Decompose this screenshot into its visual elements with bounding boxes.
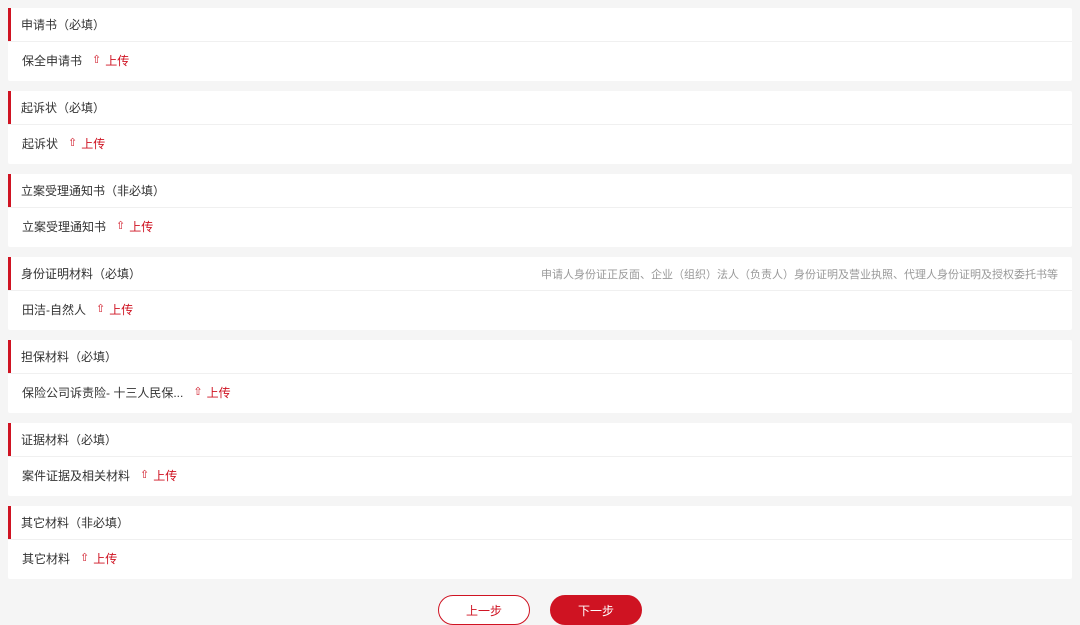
section-application: 申请书（必填） 保全申请书 ⇧ 上传 <box>8 8 1072 81</box>
row-label: 立案受理通知书 <box>22 218 106 235</box>
upload-icon: ⇧ <box>116 219 125 232</box>
row-label: 保全申请书 <box>22 52 82 69</box>
row-label: 起诉状 <box>22 135 58 152</box>
section-title: 申请书（必填） <box>21 16 105 33</box>
upload-label: 上传 <box>153 467 177 484</box>
section-header: 申请书（必填） <box>8 8 1072 41</box>
section-complaint: 起诉状（必填） 起诉状 ⇧ 上传 <box>8 91 1072 164</box>
upload-label: 上传 <box>129 218 153 235</box>
upload-label: 上传 <box>109 301 133 318</box>
section-row: 案件证据及相关材料 ⇧ 上传 <box>8 456 1072 496</box>
section-row: 保全申请书 ⇧ 上传 <box>8 41 1072 81</box>
upload-button[interactable]: ⇧ 上传 <box>116 218 153 235</box>
upload-button[interactable]: ⇧ 上传 <box>80 550 117 567</box>
footer: 上一步 下一步 <box>8 595 1072 625</box>
next-button[interactable]: 下一步 <box>550 595 642 625</box>
upload-icon: ⇧ <box>80 551 89 564</box>
upload-button[interactable]: ⇧ 上传 <box>92 52 129 69</box>
prev-button[interactable]: 上一步 <box>438 595 530 625</box>
upload-icon: ⇧ <box>68 136 77 149</box>
section-header: 起诉状（必填） <box>8 91 1072 124</box>
section-guarantee: 担保材料（必填） 保险公司诉责险- 十三人民保... ⇧ 上传 <box>8 340 1072 413</box>
upload-icon: ⇧ <box>92 53 101 66</box>
section-title: 担保材料（必填） <box>21 348 117 365</box>
section-hint: 申请人身份证正反面、企业（组织）法人（负责人）身份证明及营业执照、代理人身份证明… <box>541 266 1058 282</box>
upload-label: 上传 <box>81 135 105 152</box>
section-other: 其它材料（非必填） 其它材料 ⇧ 上传 <box>8 506 1072 579</box>
upload-label: 上传 <box>105 52 129 69</box>
upload-button[interactable]: ⇧ 上传 <box>193 384 230 401</box>
upload-icon: ⇧ <box>96 302 105 315</box>
section-row: 保险公司诉责险- 十三人民保... ⇧ 上传 <box>8 373 1072 413</box>
upload-button[interactable]: ⇧ 上传 <box>68 135 105 152</box>
section-title: 其它材料（非必填） <box>21 514 129 531</box>
row-label: 田洁-自然人 <box>22 301 86 318</box>
upload-button[interactable]: ⇧ 上传 <box>140 467 177 484</box>
section-row: 立案受理通知书 ⇧ 上传 <box>8 207 1072 247</box>
upload-button[interactable]: ⇧ 上传 <box>96 301 133 318</box>
section-header: 身份证明材料（必填） 申请人身份证正反面、企业（组织）法人（负责人）身份证明及营… <box>8 257 1072 290</box>
upload-label: 上传 <box>207 384 231 401</box>
section-title: 立案受理通知书（非必填） <box>21 182 165 199</box>
section-header: 证据材料（必填） <box>8 423 1072 456</box>
section-identity: 身份证明材料（必填） 申请人身份证正反面、企业（组织）法人（负责人）身份证明及营… <box>8 257 1072 330</box>
row-label: 其它材料 <box>22 550 70 567</box>
section-header: 担保材料（必填） <box>8 340 1072 373</box>
section-acceptance-notice: 立案受理通知书（非必填） 立案受理通知书 ⇧ 上传 <box>8 174 1072 247</box>
section-header: 其它材料（非必填） <box>8 506 1072 539</box>
section-title: 起诉状（必填） <box>21 99 105 116</box>
upload-label: 上传 <box>93 550 117 567</box>
section-row: 田洁-自然人 ⇧ 上传 <box>8 290 1072 330</box>
section-title: 身份证明材料（必填） <box>21 265 141 282</box>
row-label: 保险公司诉责险- 十三人民保... <box>22 384 183 401</box>
section-row: 起诉状 ⇧ 上传 <box>8 124 1072 164</box>
row-label: 案件证据及相关材料 <box>22 467 130 484</box>
section-header: 立案受理通知书（非必填） <box>8 174 1072 207</box>
section-title: 证据材料（必填） <box>21 431 117 448</box>
upload-icon: ⇧ <box>193 385 202 398</box>
upload-icon: ⇧ <box>140 468 149 481</box>
section-row: 其它材料 ⇧ 上传 <box>8 539 1072 579</box>
section-evidence: 证据材料（必填） 案件证据及相关材料 ⇧ 上传 <box>8 423 1072 496</box>
